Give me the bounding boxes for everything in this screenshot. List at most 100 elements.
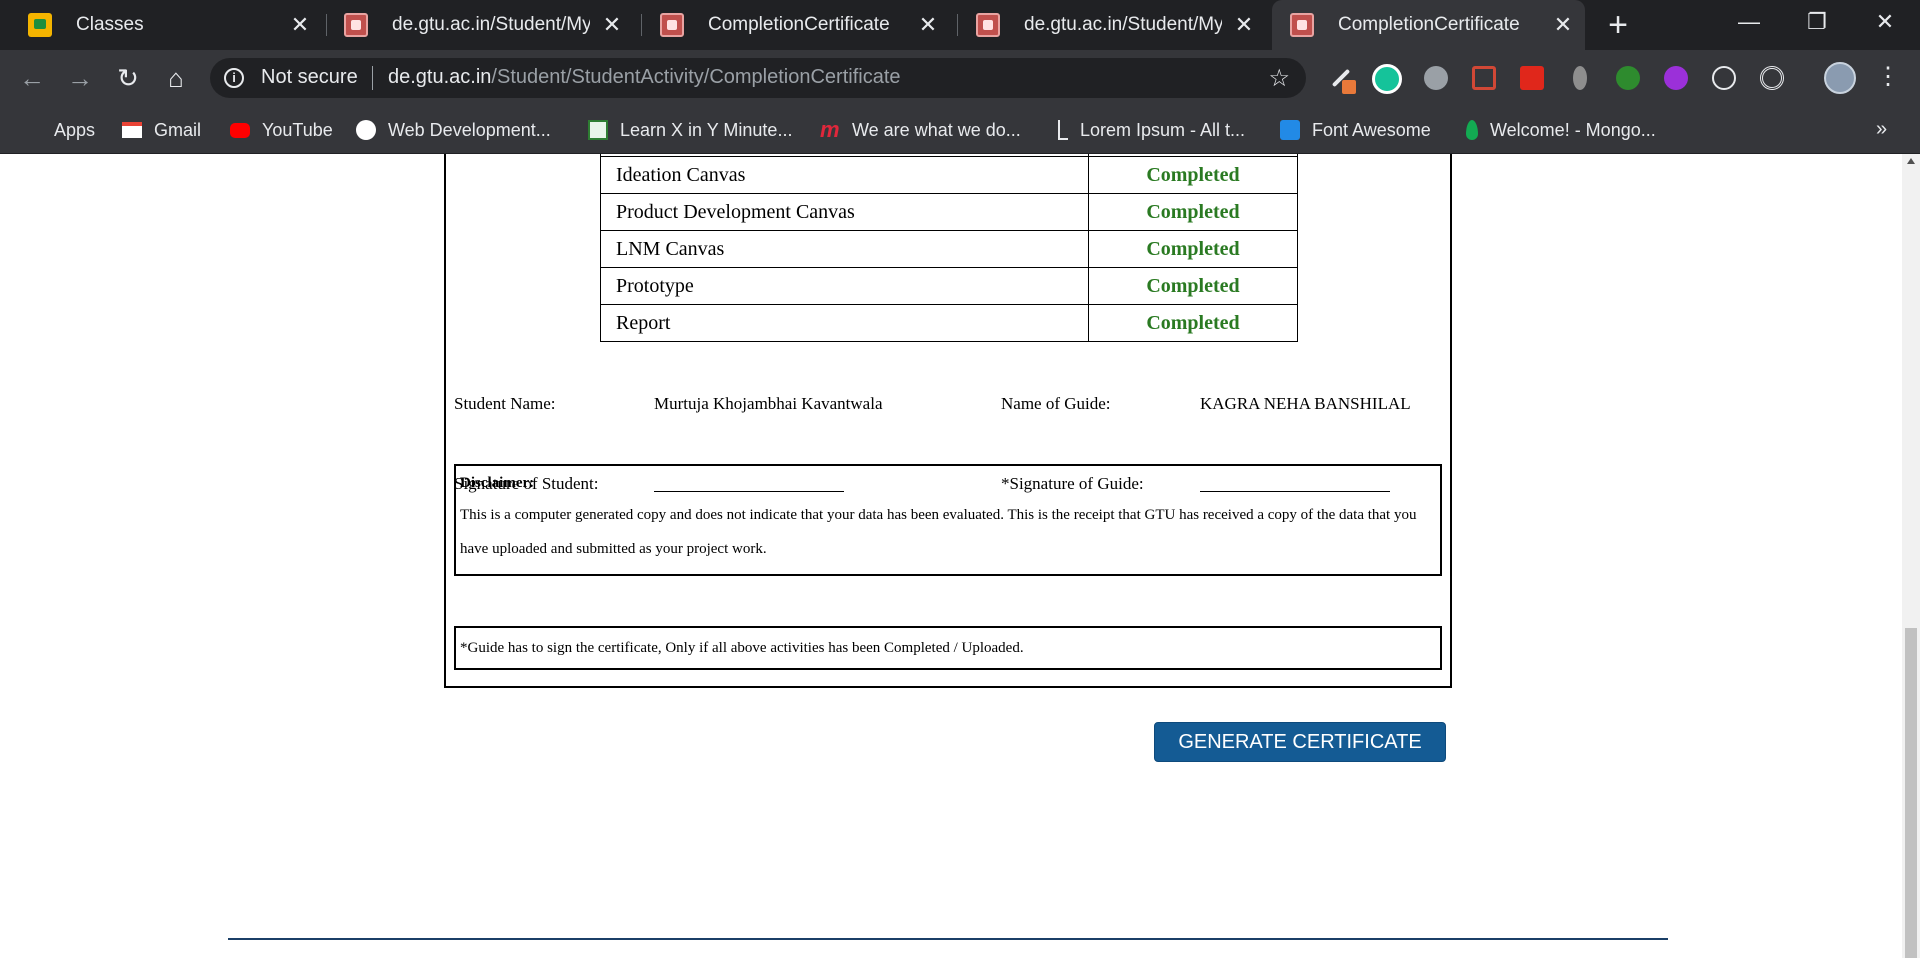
student-name-label: Student Name:	[454, 394, 556, 413]
close-icon[interactable]: ✕	[906, 12, 950, 38]
disclaimer-box: Disclaimer: This is a computer generated…	[454, 464, 1442, 576]
apps-grid-icon	[22, 120, 42, 140]
purple-extension-icon[interactable]	[1664, 66, 1688, 90]
bottle-extension-icon[interactable]	[1573, 66, 1587, 90]
tab-title: Classes	[76, 14, 144, 35]
bookmark-label: Apps	[54, 119, 96, 140]
guide-note-box: *Guide has to sign the certificate, Only…	[454, 626, 1442, 670]
mongodb-leaf-icon	[1466, 120, 1478, 140]
browser-toolbar: ← → ↻ ⌂ i Not secure de.gtu.ac.in/Studen…	[0, 50, 1920, 106]
cycling-extension-icon[interactable]	[1424, 66, 1448, 90]
url-text[interactable]: de.gtu.ac.in/Student/StudentActivity/Com…	[388, 66, 901, 89]
tab-myaccount-1[interactable]: de.gtu.ac.in/Student/MyAcc ✕	[316, 0, 634, 50]
bookmark-mongodb[interactable]: Welcome! - Mongo...	[1462, 118, 1656, 142]
scrollbar-thumb[interactable]	[1905, 628, 1917, 958]
activity-status: Completed	[1088, 304, 1298, 342]
tab-completion-certificate-1[interactable]: CompletionCertificate ✕	[632, 0, 950, 50]
activity-name: LNM Canvas	[600, 230, 1089, 268]
activity-name: Product Development Canvas	[600, 193, 1089, 231]
browser-tab-strip: Classes ✕ de.gtu.ac.in/Student/MyAcc ✕ C…	[0, 0, 1920, 50]
activities-table: Ideation Canvas Completed Product Develo…	[600, 154, 1298, 342]
bookmark-label: Welcome! - Mongo...	[1490, 119, 1656, 140]
chevron-double-right-icon[interactable]: »	[1876, 118, 1887, 141]
minimize-icon[interactable]: —	[1718, 0, 1780, 44]
extension-badge-icon	[1342, 80, 1356, 94]
react-icon[interactable]	[1712, 66, 1736, 90]
gtu-icon	[344, 13, 368, 37]
address-divider	[372, 66, 373, 90]
bookmark-learn-x[interactable]: Learn X in Y Minute...	[588, 118, 792, 142]
restore-icon[interactable]: ❐	[1786, 0, 1848, 44]
activity-status: Completed	[1088, 156, 1298, 194]
lorem-icon	[1058, 120, 1068, 140]
tree-extension-icon[interactable]	[1616, 66, 1640, 90]
bookmark-we-are-what-we-do[interactable]: m We are what we do...	[820, 118, 1021, 142]
gtu-icon	[976, 13, 1000, 37]
flag-icon	[1280, 120, 1300, 140]
tab-completion-certificate-active[interactable]: CompletionCertificate ✕	[1272, 0, 1585, 50]
table-row: Ideation Canvas Completed	[600, 156, 1298, 194]
gtu-icon	[660, 13, 684, 37]
name-row: Student Name: Murtuja Khojambhai Kavantw…	[454, 394, 1444, 416]
home-icon[interactable]: ⌂	[160, 62, 192, 94]
activity-status: Completed	[1088, 230, 1298, 268]
pdf-icon[interactable]	[1520, 66, 1544, 90]
activity-name: Ideation Canvas	[600, 156, 1089, 194]
web-dev-icon	[356, 120, 376, 140]
activity-name: Prototype	[600, 267, 1089, 305]
bookmark-label: Font Awesome	[1312, 119, 1431, 140]
reload-icon[interactable]: ↻	[112, 62, 144, 94]
bookmark-star-icon[interactable]: ☆	[1268, 64, 1290, 93]
bookmark-label: Web Development...	[388, 119, 551, 140]
activity-status: Completed	[1088, 193, 1298, 231]
bookmark-label: Gmail	[154, 119, 202, 140]
new-tab-button[interactable]: +	[1600, 8, 1636, 44]
m-logo-icon: m	[820, 117, 840, 142]
tab-classes[interactable]: Classes ✕	[0, 0, 322, 50]
bookmark-label: Lorem Ipsum - All t...	[1080, 119, 1246, 140]
back-arrow-icon[interactable]: ←	[16, 62, 48, 94]
bookmark-lorem-ipsum[interactable]: Lorem Ipsum - All t...	[1054, 118, 1245, 142]
page-scrollbar[interactable]	[1902, 154, 1920, 958]
gmail-icon	[122, 122, 142, 138]
activity-name: Report	[600, 304, 1089, 342]
page-viewport: Ideation Canvas Completed Product Develo…	[0, 154, 1902, 958]
bookmark-apps[interactable]: Apps	[22, 118, 95, 142]
more-menu-icon[interactable]: ⋮	[1876, 62, 1900, 94]
screen-capture-icon[interactable]	[1472, 66, 1496, 90]
classroom-icon	[28, 13, 52, 37]
bookmark-gmail[interactable]: Gmail	[122, 118, 201, 142]
guide-note-text: *Guide has to sign the certificate, Only…	[460, 640, 1024, 656]
address-bar[interactable]: i Not secure de.gtu.ac.in/Student/Studen…	[210, 58, 1306, 98]
bookmark-font-awesome[interactable]: Font Awesome	[1280, 118, 1431, 142]
bookmark-label: YouTube	[262, 119, 333, 140]
bookmark-youtube[interactable]: YouTube	[230, 118, 333, 142]
disclaimer-heading: Disclaimer:	[460, 475, 535, 491]
tab-myaccount-2[interactable]: de.gtu.ac.in/Student/MyAcc ✕	[948, 0, 1266, 50]
bookmark-web-development[interactable]: Web Development...	[356, 118, 551, 142]
forward-arrow-icon[interactable]: →	[64, 62, 96, 94]
target-extension-icon[interactable]	[1760, 66, 1784, 90]
close-icon[interactable]: ✕	[590, 12, 634, 38]
tab-title: de.gtu.ac.in/Student/MyAcc	[392, 14, 590, 35]
scroll-up-arrow-icon[interactable]	[1907, 158, 1915, 164]
info-icon[interactable]: i	[224, 68, 244, 88]
window-close-icon[interactable]: ✕	[1854, 0, 1916, 44]
tab-title: de.gtu.ac.in/Student/MyAcc	[1024, 14, 1222, 35]
grammarly-icon[interactable]	[1372, 64, 1402, 94]
guide-name-label: Name of Guide:	[1001, 394, 1111, 413]
url-host: de.gtu.ac.in	[388, 66, 492, 88]
guide-name-value: KAGRA NEHA BANSHILAL	[1200, 394, 1411, 413]
youtube-icon	[230, 122, 250, 138]
generate-certificate-button[interactable]: GENERATE CERTIFICATE	[1154, 722, 1446, 762]
profile-avatar[interactable]	[1824, 62, 1856, 94]
close-icon[interactable]: ✕	[1222, 12, 1266, 38]
tab-title: CompletionCertificate	[1338, 14, 1520, 35]
tab-title: CompletionCertificate	[708, 14, 890, 35]
certificate-panel: Ideation Canvas Completed Product Develo…	[444, 154, 1452, 688]
bookmarks-bar: Apps Gmail YouTube Web Development... Le…	[0, 106, 1920, 154]
security-label[interactable]: Not secure	[261, 66, 358, 89]
bookmark-label: Learn X in Y Minute...	[620, 119, 793, 140]
close-icon[interactable]: ✕	[1541, 12, 1585, 38]
student-name-value: Murtuja Khojambhai Kavantwala	[654, 394, 883, 413]
